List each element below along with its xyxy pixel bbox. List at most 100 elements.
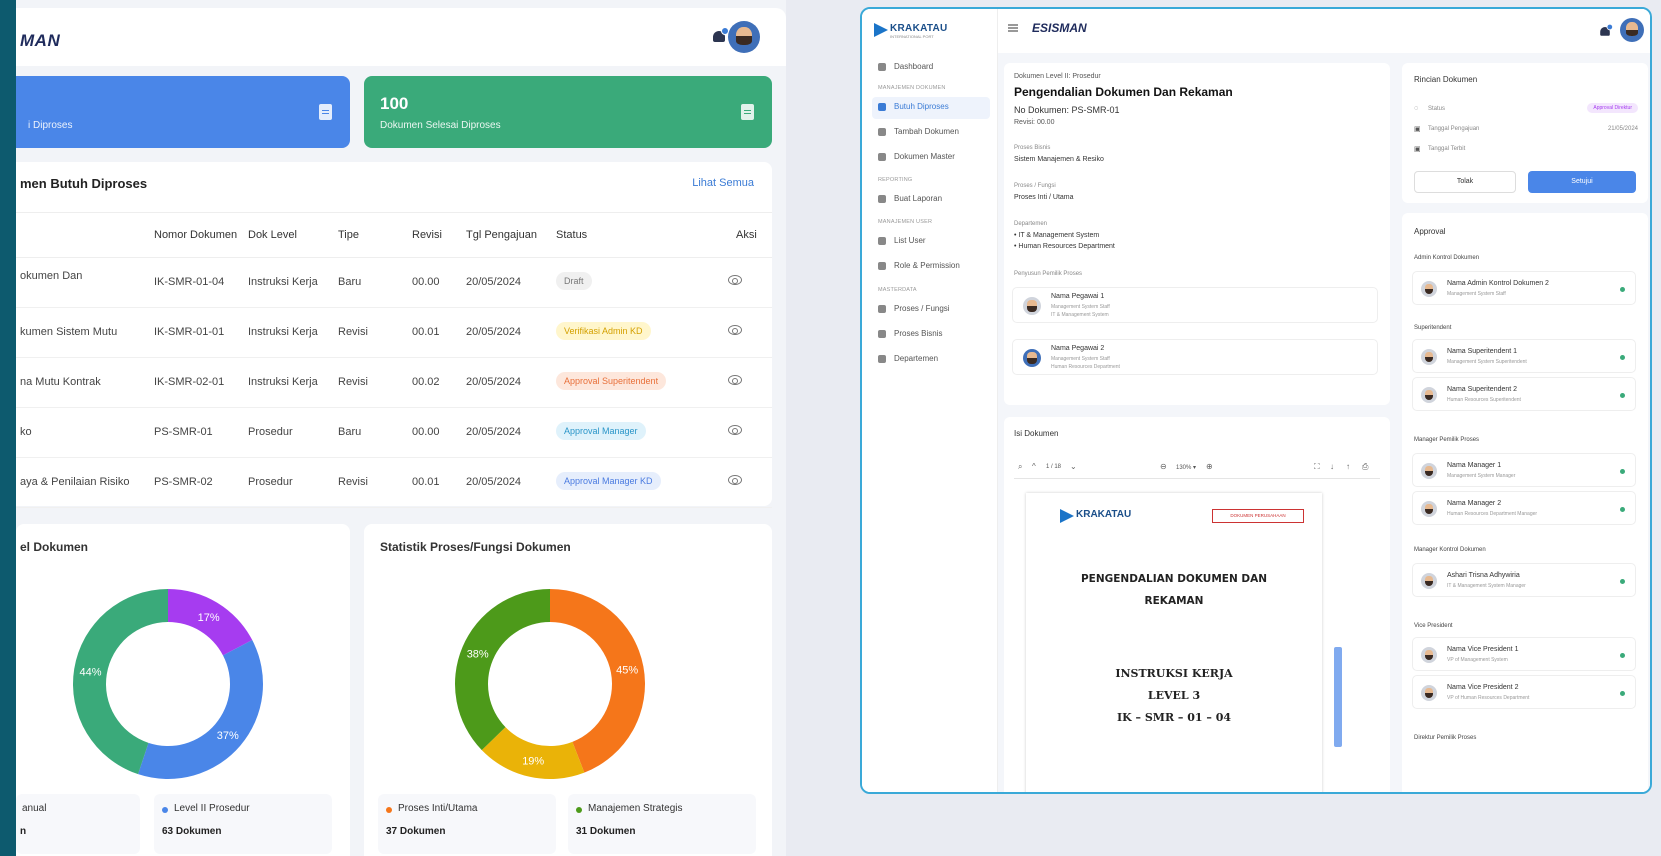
sidebar-item-list-user[interactable]: List User (872, 231, 990, 253)
table-row: aya & Penilaian Risiko PS-SMR-02 Prosedur R… (16, 458, 772, 508)
table-cell: 00.02 (412, 376, 440, 388)
eye-icon[interactable] (728, 375, 742, 385)
legend-dot (386, 807, 392, 813)
scrollbar[interactable] (1334, 647, 1342, 747)
zoom-level[interactable]: 130% ▾ (1176, 464, 1196, 471)
sidebar-item-proses-fungsi[interactable]: Proses / Fungsi (872, 299, 990, 321)
fullscreen-icon[interactable]: ⛶ (1314, 462, 1320, 472)
document-icon (878, 103, 886, 111)
table-cell: 20/05/2024 (466, 376, 522, 388)
status-dot (1620, 355, 1625, 360)
list-icon (878, 355, 886, 363)
sidebar-item-departemen[interactable]: Departemen (872, 349, 990, 371)
status-badge: Verifikasi Admin KD (556, 322, 651, 340)
status-dot (1620, 393, 1625, 398)
table-cell: Prosedur (248, 426, 293, 438)
avatar (1421, 647, 1437, 663)
legend-dot (576, 807, 582, 813)
table-cell: na Mutu Kontrak (20, 376, 101, 388)
table-row: na Mutu Kontrak IK-SMR-02-01 Instruksi Ker… (16, 358, 772, 408)
status-dot (1620, 691, 1625, 696)
owner-card: Nama Pegawai 2 Management System Staff H… (1012, 339, 1378, 375)
table-title: men Butuh Diproses (20, 176, 148, 191)
eye-icon[interactable] (728, 325, 742, 335)
table-cell: Baru (338, 426, 362, 438)
chevron-down-icon[interactable]: ⌄ (1070, 462, 1077, 471)
sidebar-item-buat-laporan[interactable]: Buat Laporan (872, 189, 990, 211)
left-edge-strip (0, 0, 16, 856)
reject-button[interactable]: Tolak (1414, 171, 1516, 193)
list-icon (878, 330, 886, 338)
download-icon[interactable]: ↓ (1330, 462, 1334, 471)
chevron-up-icon[interactable]: ^ (1032, 462, 1036, 471)
approver-card: Ashari Trisna Adhywiria IT & Management S… (1412, 563, 1636, 597)
eye-icon[interactable] (728, 275, 742, 285)
status-dot (1620, 287, 1625, 292)
approve-button[interactable]: Setujui (1528, 171, 1636, 193)
table-cell: 00.01 (412, 326, 440, 338)
brand-logo: ESISMAN (1032, 21, 1087, 35)
table-cell: Prosedur (248, 476, 293, 488)
approver-card: Nama Superitendent 2 Human Resources Supe… (1412, 377, 1636, 411)
calendar-icon: ▣ (1414, 146, 1421, 153)
chart-card-level: el Dokumen 17% 37% 44% anual n Level II Pr… (16, 524, 350, 856)
sidebar-section: MASTERDATA (878, 287, 917, 293)
sidebar-section: REPORTING (878, 177, 913, 183)
approver-card: Nama Admin Kontrol Dokumen 2 Management S… (1412, 271, 1636, 305)
see-all-link[interactable]: Lihat Semua (692, 177, 754, 189)
status-dot (1620, 653, 1625, 658)
table-cell: 00.00 (412, 276, 440, 288)
documents-table-card: men Butuh Diproses Lihat Semua Nomor Dok… (16, 162, 772, 508)
document-content-card: Isi Dokumen ⌕ ^ 1 / 18 ⌄ ⊖ 130% ▾ ⊕ ⛶ ↓ … (1004, 417, 1390, 792)
sidebar-item-dashboard[interactable]: Dashboard (872, 57, 990, 79)
chart-card-proses: Statistik Proses/Fungsi Dokumen 45% 19% 38… (364, 524, 772, 856)
avatar (1421, 387, 1437, 403)
pending-docs-card[interactable]: i Diproses (16, 76, 350, 148)
zoom-in-icon[interactable]: ⊕ (1206, 462, 1213, 471)
folder-icon (878, 153, 886, 161)
document-detail-screen: KRAKATAU INTERNATIONAL PORT Dashboard MA… (860, 7, 1652, 794)
status-dot (1620, 507, 1625, 512)
legend-item: Proses Inti/Utama 37 Dokumen (378, 794, 556, 854)
avatar (1421, 501, 1437, 517)
eye-icon[interactable] (728, 425, 742, 435)
table-cell: Instruksi Kerja (248, 376, 318, 388)
upload-icon[interactable]: ↑ (1346, 462, 1350, 471)
calendar-icon: ▣ (1414, 126, 1421, 133)
donut-slice[interactable] (455, 589, 550, 751)
print-icon[interactable]: ⎙ (1362, 462, 1368, 472)
sidebar-item-tambah-dokumen[interactable]: Tambah Dokumen (872, 122, 990, 144)
menu-icon[interactable] (1008, 27, 1018, 29)
table-cell: 20/05/2024 (466, 326, 522, 338)
sidebar-item-role-permission[interactable]: Role & Permission (872, 256, 990, 278)
status-badge: Draft (556, 272, 592, 290)
completed-docs-card[interactable]: 100 Dokumen Selesai Diproses (364, 76, 772, 148)
top-bar: ESISMAN (998, 9, 1650, 53)
status-badge: Approval Manager KD (556, 472, 661, 490)
search-icon[interactable]: ⌕ (1018, 462, 1022, 472)
sidebar-item-dokumen-master[interactable]: Dokumen Master (872, 147, 990, 169)
document-detail-card: Rincian Dokumen ◌ Status Approval Direkt… (1402, 63, 1648, 203)
table-cell: 20/05/2024 (466, 276, 522, 288)
approver-card: Nama Superitendent 1 Management System Su… (1412, 339, 1636, 373)
bell-icon[interactable] (1599, 23, 1613, 38)
table-cell: PS-SMR-02 (154, 476, 213, 488)
table-cell: 00.01 (412, 476, 440, 488)
top-bar: MAN (16, 8, 786, 66)
sidebar-section: MANAJEMEN DOKUMEN (878, 85, 946, 91)
table-row: ko PS-SMR-01 Prosedur Baru 00.00 20/05/2024 Ap… (16, 408, 772, 458)
eye-icon[interactable] (728, 475, 742, 485)
status-badge: Approval Direktur (1587, 103, 1638, 113)
main-content: Dokumen Level II: Prosedur Pengendalian … (998, 53, 1650, 792)
sidebar-item-butuh-diproses[interactable]: Butuh Diproses (872, 97, 990, 119)
page-indicator[interactable]: 1 / 18 (1046, 464, 1061, 470)
avatar[interactable] (1620, 18, 1644, 42)
report-icon (878, 195, 886, 203)
sidebar-item-proses-bisnis[interactable]: Proses Bisnis (872, 324, 990, 346)
avatar[interactable] (728, 21, 760, 53)
avatar (1023, 297, 1041, 315)
donut-slice[interactable] (138, 640, 264, 779)
zoom-out-icon[interactable]: ⊖ (1160, 462, 1167, 471)
document-number: No Dokumen: PS-SMR-01 (1014, 105, 1120, 115)
bell-icon[interactable] (712, 27, 729, 44)
